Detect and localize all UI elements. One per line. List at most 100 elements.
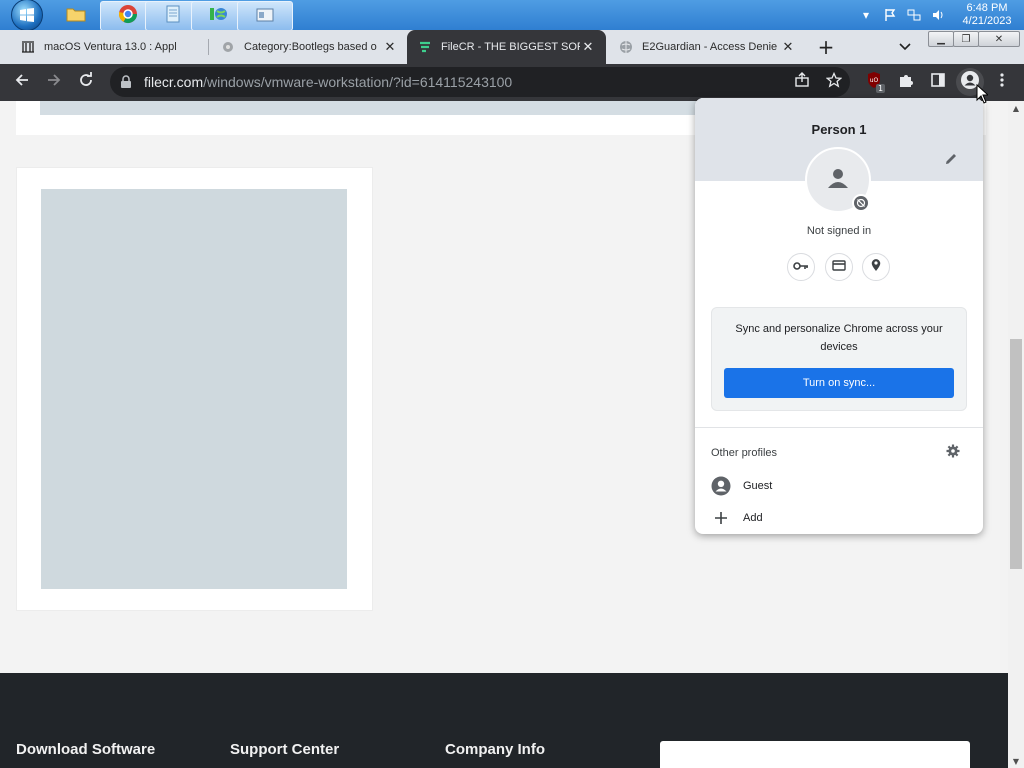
tab-e2guardian[interactable]: E2Guardian - Access Denie ✕ [608, 30, 806, 64]
guest-profile-item[interactable]: Guest [711, 474, 971, 498]
add-label: Add [743, 512, 763, 524]
tab-title: E2Guardian - Access Denie [642, 41, 778, 53]
key-icon [793, 258, 809, 276]
clock-date: 4/21/2023 [962, 15, 1012, 27]
clock[interactable]: 6:48 PM 4/21/2023 [950, 2, 1024, 28]
chrome-menu-button[interactable] [988, 68, 1016, 96]
tab-strip: macOS Ventura 13.0 : Appl Category:Bootl… [0, 30, 1024, 64]
share-icon [794, 72, 810, 92]
close-icon[interactable]: ✕ [780, 39, 796, 55]
bookmark-button[interactable] [820, 68, 848, 96]
other-profiles-label: Other profiles [711, 447, 778, 459]
close-icon[interactable]: ✕ [580, 39, 596, 55]
addresses-button[interactable] [862, 253, 890, 281]
tab-macos-ventura[interactable]: macOS Ventura 13.0 : Appl [10, 30, 208, 64]
minimize-button[interactable]: ▁ [928, 31, 954, 47]
arrow-left-icon [14, 72, 30, 92]
location-pin-icon [871, 258, 881, 277]
flag-icon[interactable] [882, 7, 898, 23]
person-icon [826, 166, 850, 195]
footer-heading-download[interactable]: Download Software [16, 741, 155, 758]
footer-panel [660, 741, 970, 768]
profile-name: Person 1 [811, 122, 867, 137]
tab-title: macOS Ventura 13.0 : Appl [44, 41, 177, 53]
tab-filecr[interactable]: FileCR - THE BIGGEST SOF ✕ [407, 30, 606, 64]
address-bar[interactable]: filecr.com/windows/vmware-workstation/?i… [110, 67, 850, 97]
network-globe-icon [209, 5, 229, 27]
scrollbar-thumb[interactable] [1010, 339, 1022, 569]
extensions-button[interactable] [892, 68, 920, 96]
footer-heading-support[interactable]: Support Center [230, 741, 339, 758]
edit-profile-button[interactable] [941, 151, 961, 171]
network-icon[interactable] [906, 7, 922, 23]
tab-title: Category:Bootlegs based o [244, 41, 377, 53]
lock-icon[interactable] [120, 75, 134, 89]
profile-menu: Person 1 Not signed in Sync and personal… [695, 98, 983, 534]
chevron-up-icon[interactable]: ▾ [858, 7, 874, 23]
volume-icon[interactable] [930, 7, 946, 23]
arrow-right-icon [46, 72, 62, 92]
browser-toolbar: filecr.com/windows/vmware-workstation/?i… [0, 64, 1024, 101]
reload-icon [78, 72, 94, 92]
scroll-up-arrow-icon[interactable]: ▲ [1008, 101, 1024, 115]
chrome-icon [118, 4, 138, 28]
notepad-icon [165, 5, 181, 27]
mouse-cursor-icon [976, 84, 988, 104]
sync-description: Sync and personalize Chrome across your … [735, 323, 943, 353]
back-button[interactable] [8, 68, 36, 96]
sync-promo: Sync and personalize Chrome across your … [711, 307, 967, 411]
taskbar-window-button[interactable] [237, 1, 293, 31]
url-path: /windows/vmware-workstation/?id=61411524… [203, 74, 513, 90]
puzzle-icon [898, 72, 914, 92]
credit-card-icon [832, 258, 846, 276]
clock-time: 6:48 PM [966, 2, 1008, 14]
folder-icon [66, 6, 86, 26]
passwords-button[interactable] [787, 253, 815, 281]
new-tab-button[interactable]: + [814, 35, 838, 59]
page-scrollbar[interactable]: ▲ ▼ [1008, 101, 1024, 768]
payment-methods-button[interactable] [825, 253, 853, 281]
url-host: filecr.com [144, 74, 204, 90]
close-icon[interactable]: ✕ [382, 39, 398, 55]
share-button[interactable] [788, 68, 816, 96]
taskbar: ▾ 6:48 PM 4/21/2023 [0, 0, 1024, 31]
side-panel-icon [930, 72, 946, 92]
side-panel-button[interactable] [924, 68, 952, 96]
close-window-button[interactable]: ✕ [978, 31, 1020, 47]
reload-button[interactable] [72, 68, 100, 96]
more-vert-icon [1000, 72, 1004, 92]
plus-icon: + [817, 35, 835, 59]
ublock-extension-button[interactable]: uO 1 [860, 68, 888, 96]
scroll-down-arrow-icon[interactable]: ▼ [1008, 754, 1024, 768]
manage-profiles-button[interactable] [943, 443, 963, 463]
restore-button[interactable]: ❐ [953, 31, 979, 47]
windows-logo-icon [11, 0, 43, 31]
image-placeholder [41, 189, 347, 589]
url-text[interactable]: filecr.com/windows/vmware-workstation/?i… [144, 74, 512, 90]
tab-search-button[interactable] [893, 35, 917, 59]
taskbar-explorer-button[interactable] [48, 1, 104, 31]
add-profile-item[interactable]: Add [711, 506, 971, 530]
tab-category-bootlegs[interactable]: Category:Bootlegs based o ✕ [210, 30, 408, 64]
start-button[interactable] [10, 0, 44, 31]
minimize-icon: ▁ [937, 33, 945, 45]
sync-disabled-icon [852, 194, 870, 212]
globe-icon [618, 39, 634, 55]
gear-icon [946, 444, 960, 463]
columns-icon [20, 39, 36, 55]
star-icon [825, 71, 843, 92]
extension-badge: 1 [876, 84, 886, 93]
footer-heading-company[interactable]: Company Info [445, 741, 545, 758]
pencil-icon [945, 152, 958, 170]
divider [695, 427, 983, 428]
turn-on-sync-button[interactable]: Turn on sync... [724, 368, 954, 398]
tab-separator [208, 39, 209, 55]
plus-icon [711, 508, 731, 528]
svg-text:uO: uO [870, 77, 879, 84]
filecr-icon [417, 39, 433, 55]
restore-icon: ❐ [961, 33, 971, 45]
product-card [16, 167, 373, 611]
window-icon [256, 7, 274, 26]
forward-button[interactable] [40, 68, 68, 96]
guest-label: Guest [743, 480, 773, 492]
